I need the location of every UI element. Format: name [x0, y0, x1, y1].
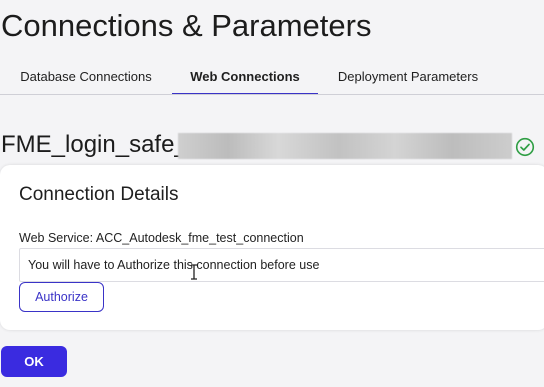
tab-deployment-parameters[interactable]: Deployment Parameters: [318, 62, 498, 94]
tab-bar: Database Connections Web Connections Dep…: [0, 62, 544, 96]
connection-name: FME_login_safe_: [1, 131, 188, 158]
tab-divider: [0, 94, 544, 95]
text-cursor-icon: [191, 264, 197, 280]
ok-button[interactable]: OK: [1, 346, 67, 377]
authorize-button[interactable]: Authorize: [19, 282, 104, 312]
connection-details-card: Connection Details Web Service: ACC_Auto…: [0, 165, 544, 330]
card-title: Connection Details: [19, 184, 179, 205]
web-service-label: Web Service: ACC_Autodesk_fme_test_conne…: [19, 231, 304, 245]
redacted-text: [178, 133, 512, 159]
check-circle-icon: [515, 137, 535, 157]
tab-database-connections[interactable]: Database Connections: [0, 62, 172, 94]
page: Connections & Parameters Database Connec…: [0, 0, 544, 387]
tab-web-connections[interactable]: Web Connections: [172, 62, 318, 95]
page-title: Connections & Parameters: [1, 8, 372, 43]
authorize-notice: You will have to Authorize this connecti…: [19, 248, 544, 282]
